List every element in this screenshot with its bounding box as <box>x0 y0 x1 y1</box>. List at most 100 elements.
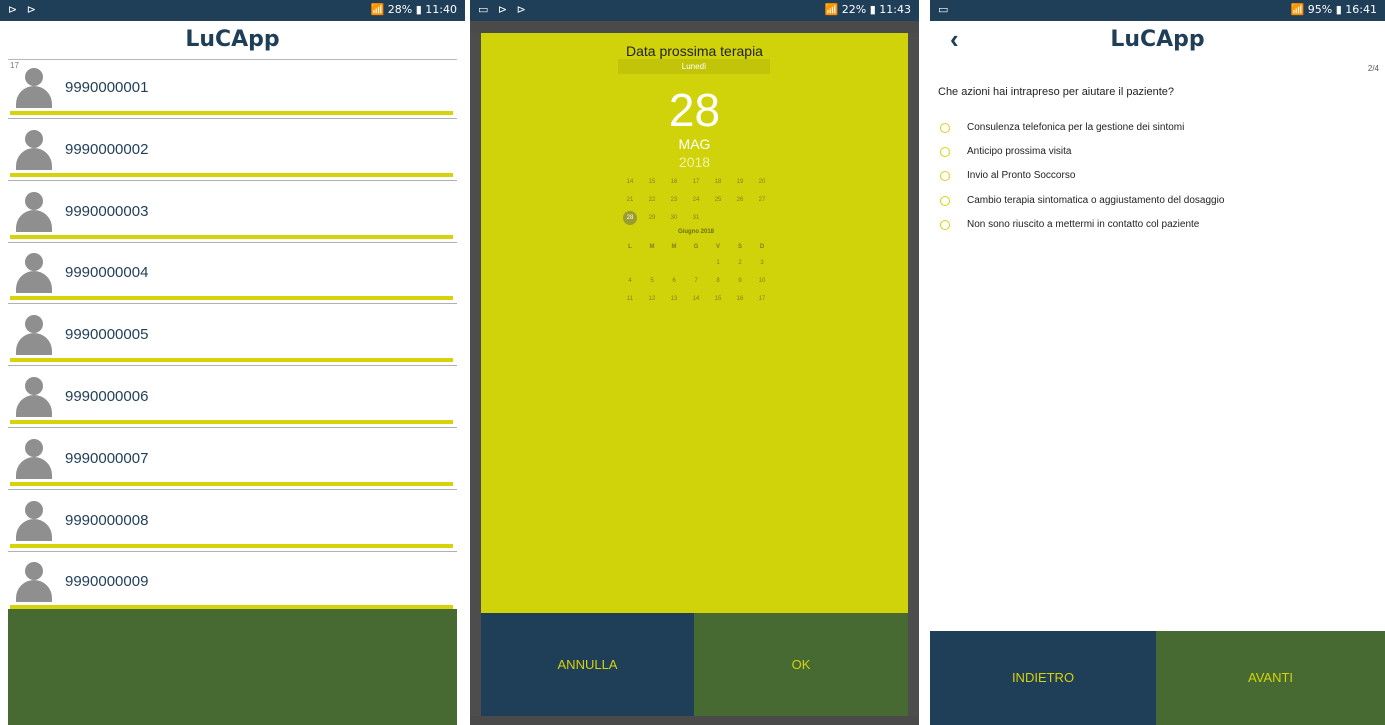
calendar-day[interactable]: 9 <box>729 274 751 288</box>
status-bar-indicator <box>10 420 453 424</box>
calendar-day[interactable]: 21 <box>619 193 641 207</box>
calendar-day[interactable]: 17 <box>685 175 707 189</box>
notification-icons: ▭ <box>938 3 952 16</box>
row-divider <box>8 365 457 367</box>
back-button[interactable]: INDIETRO <box>930 631 1156 725</box>
row-divider <box>8 118 457 119</box>
avatar-icon <box>16 562 52 603</box>
patient-row[interactable]: 9990000008 <box>8 493 457 555</box>
date-picker-screen: ▭ ⊳ ⊳ 📶 22% ▮ 11:43 Data prossima terapi… <box>470 0 919 725</box>
calendar-day[interactable]: 19 <box>729 175 751 189</box>
selected-weekday: Lunedì <box>618 59 770 74</box>
ok-button[interactable]: OK <box>694 613 908 716</box>
row-divider <box>8 427 457 428</box>
status-indicators: 📶 95% ▮ 16:41 <box>1290 3 1377 16</box>
calendar-day[interactable]: 25 <box>707 193 729 207</box>
radio-button[interactable] <box>940 147 950 158</box>
calendar-day[interactable]: 15 <box>707 292 729 306</box>
radio-button[interactable] <box>940 171 950 182</box>
status-bar-indicator <box>10 111 453 115</box>
patient-row[interactable]: 9990000006 <box>8 369 457 431</box>
patient-list-screen: ⊳ ⊳ 📶 28% ▮ 11:40 LuCApp 17 9990000001 99… <box>0 0 465 725</box>
selected-day[interactable]: 28 <box>481 83 908 137</box>
avatar-icon <box>16 315 52 356</box>
patient-row[interactable]: 9990000004 <box>8 245 457 307</box>
patient-id: 9990000005 <box>65 326 149 344</box>
weekday-header: L <box>628 244 632 250</box>
radio-button[interactable] <box>940 219 950 230</box>
row-divider <box>8 241 457 243</box>
calendar-week: 21 22 23 24 25 26 27 <box>619 193 773 207</box>
calendar-day[interactable]: 4 <box>619 274 641 288</box>
calendar-day[interactable]: 28 <box>623 211 637 225</box>
selected-month[interactable]: MAG <box>481 136 908 152</box>
calendar-day[interactable]: 6 <box>663 274 685 288</box>
calendar-day[interactable]: 12 <box>641 292 663 306</box>
patient-id: 9990000002 <box>65 140 149 158</box>
calendar-week: 28 29 30 31 <box>619 211 773 225</box>
calendar-day[interactable]: 18 <box>707 175 729 189</box>
calendar-day[interactable]: 17 <box>751 292 773 306</box>
step-indicator: 2/4 <box>1367 64 1379 73</box>
calendar-week: 4 5 6 7 8 9 10 <box>619 274 773 288</box>
patient-row[interactable]: 9990000005 <box>8 307 457 369</box>
calendar-week: 123 <box>619 256 773 270</box>
next-button[interactable]: AVANTI <box>1156 631 1385 725</box>
calendar-day[interactable]: 14 <box>685 292 707 306</box>
patient-id: 9990000004 <box>65 264 149 282</box>
avatar-icon <box>16 377 52 417</box>
status-bar-indicator <box>10 543 453 548</box>
calendar-day[interactable]: 29 <box>641 211 663 225</box>
radio-button[interactable] <box>940 195 950 206</box>
calendar-day[interactable]: 16 <box>663 175 685 189</box>
avatar-icon <box>16 68 52 108</box>
app-title: LuCApp <box>185 27 280 52</box>
status-indicators: 📶 22% ▮ 11:43 <box>824 3 911 16</box>
weekday-header: M <box>671 244 677 250</box>
calendar-day[interactable]: 26 <box>729 193 751 207</box>
calendar-day[interactable]: 13 <box>663 292 685 306</box>
date-picker-dialog: Data prossima terapia Lunedì 28 MAG 2018… <box>481 33 908 613</box>
weekday-header: D <box>759 244 765 250</box>
calendar-day[interactable]: 10 <box>751 274 773 288</box>
patient-id: 9990000009 <box>65 573 149 591</box>
status-bar: ⊳ ⊳ 📶 28% ▮ 11:40 <box>0 0 465 21</box>
status-bar-indicator <box>10 481 453 486</box>
calendar-day[interactable]: 15 <box>641 175 663 189</box>
calendar-day[interactable]: 24 <box>685 193 707 207</box>
calendar-day[interactable]: 5 <box>641 274 663 288</box>
calendar-day[interactable]: 23 <box>663 193 685 207</box>
calendar-day[interactable]: 3 <box>751 256 773 270</box>
calendar-day[interactable]: 30 <box>663 211 685 225</box>
option-label: Non sono riuscito a mettermi in contatto… <box>967 218 1200 230</box>
patient-id: 9990000006 <box>65 388 149 405</box>
calendar-day[interactable]: 22 <box>641 193 663 207</box>
patient-row[interactable]: 9990000002 <box>8 122 457 184</box>
status-bar-indicator <box>10 234 453 239</box>
calendar-day[interactable]: 7 <box>685 274 707 288</box>
calendar-day[interactable]: 20 <box>751 175 773 189</box>
calendar-day[interactable]: 14 <box>619 175 641 189</box>
calendar-day[interactable]: 11 <box>619 292 641 306</box>
avatar-icon <box>16 500 52 541</box>
avatar-icon <box>16 191 52 232</box>
patient-row[interactable]: 9990000001 <box>8 60 457 122</box>
calendar-month-label: Giugno 2018 <box>677 229 714 235</box>
calendar-day[interactable]: 2 <box>729 256 751 270</box>
radio-button[interactable] <box>940 123 950 133</box>
patient-id: 9990000008 <box>65 511 149 529</box>
calendar-day[interactable]: 16 <box>729 292 751 306</box>
patient-row[interactable]: 9990000009 <box>8 554 457 616</box>
calendar-day[interactable]: 8 <box>707 274 729 288</box>
selected-year[interactable]: 2018 <box>481 154 908 170</box>
cancel-button[interactable]: ANNULLA <box>481 613 694 716</box>
calendar-day[interactable]: 1 <box>707 256 729 270</box>
status-bar: ▭ 📶 95% ▮ 16:41 <box>930 0 1385 21</box>
option-label: Anticipo prossima visita <box>967 146 1072 158</box>
patient-row[interactable]: 9990000003 <box>8 184 457 246</box>
option-label: Cambio terapia sintomatica o aggiustamen… <box>967 194 1225 206</box>
calendar-day[interactable]: 31 <box>685 211 707 225</box>
option-label: Invio al Pronto Soccorso <box>967 170 1076 182</box>
calendar-day[interactable]: 27 <box>751 193 773 207</box>
patient-row[interactable]: 9990000007 <box>8 431 457 493</box>
